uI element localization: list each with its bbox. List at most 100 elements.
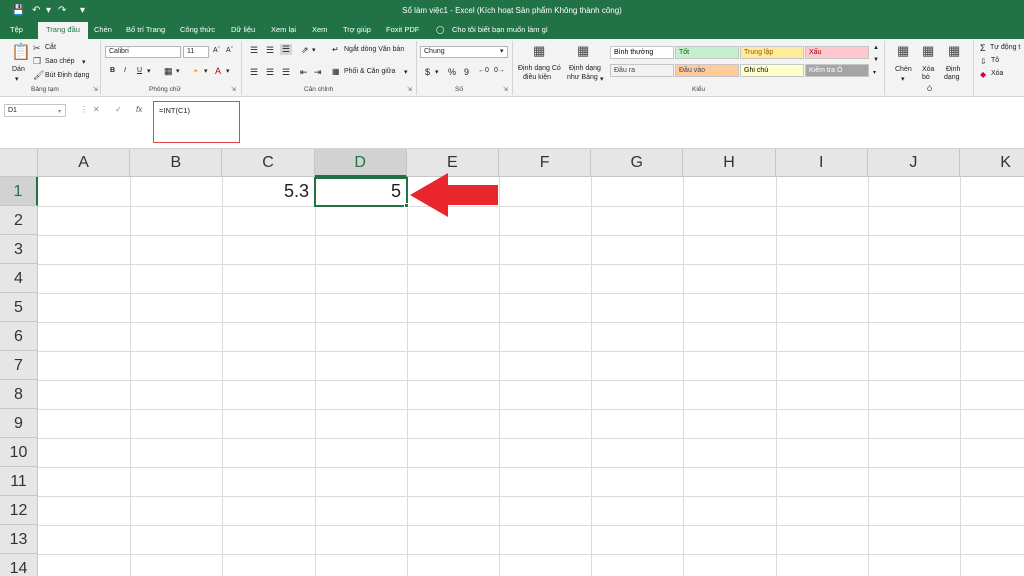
align-right-icon[interactable]: ☰ bbox=[282, 67, 290, 78]
format-painter-button[interactable]: Bút Định dạng bbox=[45, 72, 89, 79]
format-as-table-label-1[interactable]: Định dạng bbox=[569, 65, 601, 72]
orientation-icon[interactable]: ⇗ bbox=[301, 45, 309, 56]
autosum-icon[interactable]: Σ bbox=[980, 43, 986, 53]
clear-icon[interactable]: ◆ bbox=[980, 70, 986, 79]
number-format-select[interactable]: Chung bbox=[420, 46, 508, 58]
increase-font-icon[interactable]: Aˆ bbox=[213, 47, 220, 54]
column-header-d[interactable]: D bbox=[314, 149, 407, 177]
format-as-table-icon[interactable]: ▦ bbox=[577, 44, 589, 57]
font-launcher-icon[interactable]: ⇲ bbox=[231, 86, 236, 93]
column-header-k[interactable]: K bbox=[960, 149, 1024, 177]
font-color-dropdown-icon[interactable]: ▾ bbox=[226, 67, 230, 75]
row-header-5[interactable]: 5 bbox=[0, 293, 38, 322]
style-output[interactable]: Đầu ra bbox=[610, 64, 674, 77]
row-header-10[interactable]: 10 bbox=[0, 438, 38, 467]
style-neutral[interactable]: Trung lập bbox=[740, 46, 804, 59]
borders-dropdown-icon[interactable]: ▾ bbox=[176, 67, 180, 75]
cancel-icon[interactable]: ✕ bbox=[93, 105, 100, 114]
insert-cells-button[interactable]: Chèn bbox=[895, 66, 912, 73]
number-launcher-icon[interactable]: ⇲ bbox=[503, 86, 508, 93]
column-header-a[interactable]: A bbox=[38, 149, 131, 177]
cut-icon[interactable]: ✂ bbox=[33, 44, 41, 53]
font-color-icon[interactable]: A bbox=[215, 66, 221, 76]
column-header-f[interactable]: F bbox=[499, 149, 592, 177]
bold-button[interactable]: B bbox=[110, 67, 115, 74]
format-painter-icon[interactable]: 🖌 bbox=[33, 71, 44, 80]
paste-button[interactable]: Dán bbox=[12, 66, 25, 73]
align-bottom-icon[interactable]: ☰ bbox=[280, 44, 293, 55]
delete-cells-label-1[interactable]: Xóa bbox=[922, 66, 934, 73]
row-header-9[interactable]: 9 bbox=[0, 409, 38, 438]
italic-button[interactable]: I bbox=[124, 67, 126, 74]
increase-decimal-icon[interactable]: ←0 bbox=[478, 67, 489, 74]
formula-options-icon[interactable]: ⋮ bbox=[80, 105, 88, 114]
column-header-b[interactable]: B bbox=[130, 149, 223, 177]
row-header-7[interactable]: 7 bbox=[0, 351, 38, 380]
fill-color-dropdown-icon[interactable]: ▾ bbox=[204, 67, 208, 75]
borders-icon[interactable]: ▦ bbox=[164, 66, 173, 77]
align-top-icon[interactable]: ☰ bbox=[250, 45, 258, 56]
row-header-3[interactable]: 3 bbox=[0, 235, 38, 264]
conditional-formatting-label-2[interactable]: điều kiện bbox=[523, 74, 551, 81]
style-check-cell[interactable]: Kiểm tra Ô bbox=[805, 64, 869, 77]
increase-indent-icon[interactable]: ⇥ bbox=[314, 67, 322, 78]
merge-center-button[interactable]: Phối & Căn giữa bbox=[344, 68, 395, 75]
tab-page-layout[interactable]: Bố trí Trang bbox=[126, 25, 165, 34]
format-cells-label-2[interactable]: dạng bbox=[944, 74, 960, 81]
style-good[interactable]: Tốt bbox=[675, 46, 739, 59]
underline-button[interactable]: U bbox=[137, 67, 142, 74]
font-size-select[interactable]: 11 bbox=[183, 46, 209, 58]
styles-more-icon[interactable]: ▾ bbox=[873, 69, 876, 76]
format-as-table-label-2[interactable]: như Bảng bbox=[567, 74, 598, 81]
wrap-text-icon[interactable]: ↵ bbox=[332, 45, 339, 54]
fill-button[interactable]: Tô bbox=[991, 57, 999, 64]
conditional-formatting-label-1[interactable]: Định dạng Có bbox=[518, 65, 561, 72]
column-header-j[interactable]: J bbox=[867, 149, 960, 177]
paste-dropdown-icon[interactable]: ▾ bbox=[15, 75, 19, 83]
name-box-dropdown-icon[interactable]: ▾ bbox=[58, 108, 61, 115]
row-header-6[interactable]: 6 bbox=[0, 322, 38, 351]
row-header-11[interactable]: 11 bbox=[0, 467, 38, 496]
font-name-select[interactable]: Calibri bbox=[105, 46, 181, 58]
currency-button[interactable]: $ bbox=[425, 67, 430, 77]
style-note[interactable]: Ghi chú bbox=[740, 64, 804, 77]
fill-handle[interactable] bbox=[404, 203, 409, 208]
autosum-button[interactable]: Tự động t bbox=[990, 44, 1020, 51]
currency-dropdown-icon[interactable]: ▾ bbox=[435, 68, 439, 76]
column-header-h[interactable]: H bbox=[683, 149, 776, 177]
clear-button[interactable]: Xóa bbox=[991, 70, 1003, 77]
fill-color-icon[interactable]: ◓ bbox=[193, 66, 198, 76]
format-cells-icon[interactable]: ▦ bbox=[948, 44, 960, 57]
insert-dropdown-icon[interactable]: ▾ bbox=[901, 75, 905, 83]
column-header-c[interactable]: C bbox=[222, 149, 315, 177]
wrap-text-button[interactable]: Ngắt dòng Văn bản bbox=[344, 46, 404, 53]
insert-function-icon[interactable]: fx bbox=[136, 105, 142, 114]
column-header-i[interactable]: I bbox=[775, 149, 868, 177]
clipboard-launcher-icon[interactable]: ⇲ bbox=[93, 86, 98, 93]
copy-button[interactable]: Sao chép bbox=[45, 58, 75, 65]
tab-review[interactable]: Xem lại bbox=[271, 25, 296, 34]
tab-insert[interactable]: Chèn bbox=[94, 25, 112, 34]
tab-formulas[interactable]: Công thức bbox=[180, 25, 215, 34]
align-left-icon[interactable]: ☰ bbox=[250, 67, 258, 78]
row-header-12[interactable]: 12 bbox=[0, 496, 38, 525]
tab-help[interactable]: Trợ giúp bbox=[343, 25, 371, 34]
decrease-decimal-icon[interactable]: 0→ bbox=[494, 67, 505, 74]
row-header-1[interactable]: 1 bbox=[0, 177, 38, 206]
delete-cells-label-2[interactable]: bỏ bbox=[922, 74, 930, 81]
decrease-indent-icon[interactable]: ⇤ bbox=[300, 67, 308, 78]
enter-icon[interactable]: ✓ bbox=[115, 105, 122, 114]
name-box[interactable]: D1 bbox=[4, 104, 66, 117]
align-middle-icon[interactable]: ☰ bbox=[266, 45, 274, 56]
tab-view[interactable]: Xem bbox=[312, 25, 327, 34]
conditional-formatting-icon[interactable]: ▦ bbox=[533, 44, 545, 57]
row-header-2[interactable]: 2 bbox=[0, 206, 38, 235]
percent-button[interactable]: % bbox=[448, 67, 456, 77]
row-header-4[interactable]: 4 bbox=[0, 264, 38, 293]
tab-file[interactable]: Tệp bbox=[10, 25, 23, 34]
number-format-dropdown-icon[interactable]: ▾ bbox=[500, 47, 504, 55]
merge-center-icon[interactable]: ▦ bbox=[332, 67, 340, 76]
tell-me-box[interactable]: Cho tôi biết bạn muốn làm gì bbox=[452, 25, 548, 34]
orientation-dropdown-icon[interactable]: ▾ bbox=[312, 46, 316, 54]
format-cells-label-1[interactable]: Định bbox=[946, 66, 960, 73]
